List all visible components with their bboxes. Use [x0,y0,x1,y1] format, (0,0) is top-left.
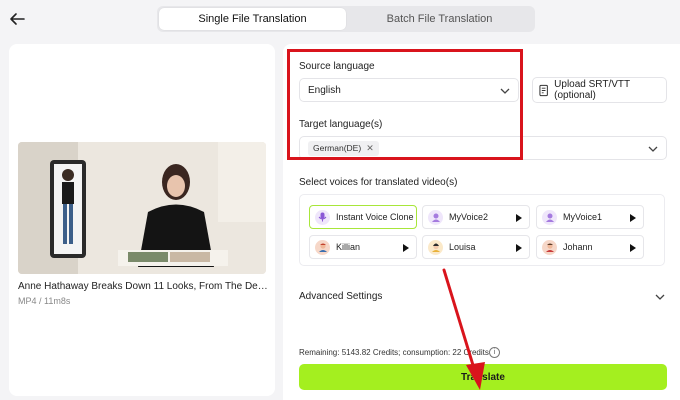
voice-louisa[interactable]: Louisa [422,235,530,259]
play-icon[interactable] [630,214,636,222]
voice-avatar-icon [428,239,443,255]
voice-name: MyVoice2 [449,212,489,222]
target-language-select[interactable]: German(DE) ✕ [299,136,667,160]
info-icon[interactable]: i [489,347,500,358]
back-arrow-icon[interactable] [8,10,26,28]
play-icon[interactable] [516,214,522,222]
voice-myvoice2[interactable]: MyVoice2 [422,205,530,229]
target-language-chip-label: German(DE) [313,143,362,153]
voice-name: Killian [336,242,361,252]
tab-batch-file[interactable]: Batch File Translation [346,8,533,30]
voice-name: Johann [563,242,593,252]
upload-srt-label: Upload SRT/VTT (optional) [554,79,630,101]
document-icon [539,84,548,96]
chevron-down-icon[interactable] [655,293,665,301]
voice-name: Louisa [449,242,476,252]
video-title: Anne Hathaway Breaks Down 11 Looks, From… [18,281,270,292]
advanced-settings-toggle[interactable]: Advanced Settings [299,291,382,302]
voice-avatar-icon [542,239,557,255]
voice-name: Instant Voice Clone [336,212,414,222]
credits-remaining-text: Remaining: 5143.82 Credits; consumption:… [299,348,489,357]
tab-single-file[interactable]: Single File Translation [159,8,346,30]
source-language-label: Source language [299,61,375,72]
video-preview-card: Anne Hathaway Breaks Down 11 Looks, From… [9,44,275,396]
mode-tabs: Single File Translation Batch File Trans… [157,6,535,32]
upload-srt-button[interactable]: Upload SRT/VTT (optional) [532,77,667,103]
voice-avatar-icon [428,209,443,225]
voice-name: MyVoice1 [563,212,603,222]
voices-label: Select voices for translated video(s) [299,177,458,188]
voice-clone-icon [315,209,330,225]
translation-settings-card: Source language English Upload SRT/VTT (… [283,44,680,400]
translate-button[interactable]: Translate [299,364,667,390]
voice-avatar-icon [315,239,330,255]
source-language-value: English [308,84,341,96]
voice-instant-voice-clone[interactable]: Instant Voice Clone [309,205,417,229]
video-thumbnail[interactable] [18,142,266,274]
remove-chip-icon[interactable]: ✕ [366,143,374,154]
voices-panel: Instant Voice Clone MyVoice2 MyVoice1 Ki… [299,194,665,266]
play-icon[interactable] [630,244,636,252]
target-language-chip: German(DE) ✕ [308,140,379,156]
chevron-down-icon [648,146,658,152]
target-language-label: Target language(s) [299,119,383,130]
voice-avatar-icon [542,209,557,225]
chevron-down-icon [500,88,510,94]
play-icon[interactable] [403,244,409,252]
voice-myvoice1[interactable]: MyVoice1 [536,205,644,229]
voice-killian[interactable]: Killian [309,235,417,259]
source-language-select[interactable]: English [299,78,519,102]
voice-johann[interactable]: Johann [536,235,644,259]
play-icon[interactable] [516,244,522,252]
video-meta: MP4 / 11m8s [18,296,71,306]
